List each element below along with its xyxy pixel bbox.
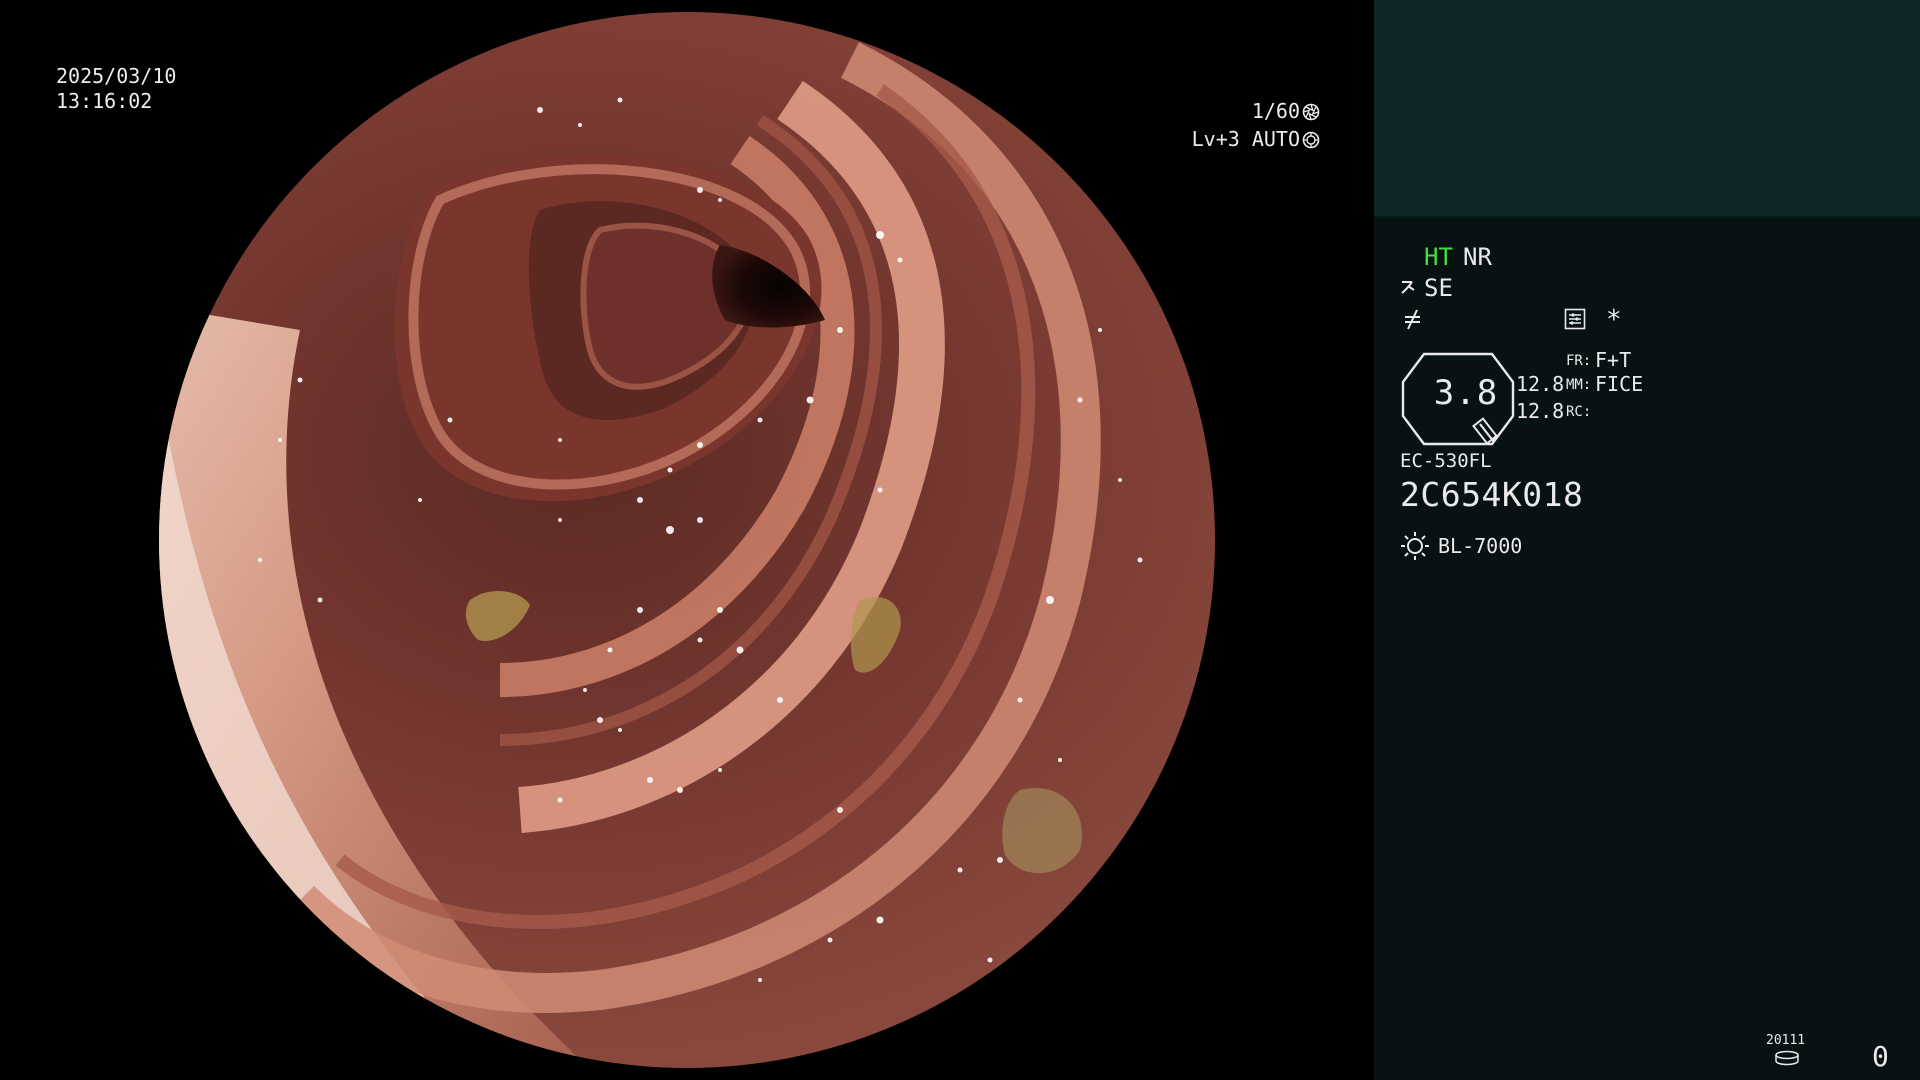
mm-value: FICE [1595,372,1644,396]
time-readout: 13:16:02 [56,89,153,113]
exposure-level-readout: Lv+3 AUTO [1192,127,1320,152]
aperture-icon [1302,103,1320,121]
auto-exposure-icon [1302,131,1320,149]
not-equal-icon [1405,309,1420,330]
storage-disk-icon [1775,1050,1799,1066]
panel-header-block [1374,0,1920,218]
scope-model-label: EC-530FL [1400,450,1492,472]
light-source-label: BL-7000 [1438,534,1523,558]
zoom-value: 3.8 [1433,373,1499,413]
rc-key-label: RC: [1566,404,1592,420]
info-panel: HT NR SE * 3.8 12.8 12.8 FR: F+T MM: FIC [1374,0,1920,1080]
structure-enhance-icon [1401,281,1415,294]
date-readout: 2025/03/10 [56,64,177,88]
scope-serial-label: 2C654K018 [1400,475,1584,514]
capture-counter: 0 [1872,1040,1889,1073]
nr-mode-label: NR [1463,243,1492,271]
asterisk-indicator: * [1606,305,1622,335]
fr-value: F+T [1595,348,1632,372]
endoscopy-monitor-screen: 2025/03/10 13:16:02 1/60 Lv+3 AUTO HT NR… [0,0,1920,1080]
endoscope-image [159,12,1215,1068]
setting-value-bottom: 12.8 [1516,399,1565,423]
setting-value-top: 12.8 [1516,372,1565,396]
ht-mode-label: HT [1424,243,1453,271]
image-counter-small: 20111 [1766,1033,1806,1048]
mm-key-label: MM: [1566,377,1592,393]
shutter-speed-readout: 1/60 [1252,99,1320,124]
se-mode-label: SE [1424,274,1453,302]
endoscope-image-area: 2025/03/10 13:16:02 1/60 Lv+3 AUTO [0,0,1374,1080]
shutter-speed-text: 1/60 [1251,99,1300,123]
settings-list-icon [1564,308,1586,330]
light-source-sun-icon [1401,532,1429,560]
exposure-level-text: Lv+3 AUTO [1191,127,1300,151]
zoom-slider-icon [1472,417,1498,445]
fr-key-label: FR: [1566,353,1592,369]
